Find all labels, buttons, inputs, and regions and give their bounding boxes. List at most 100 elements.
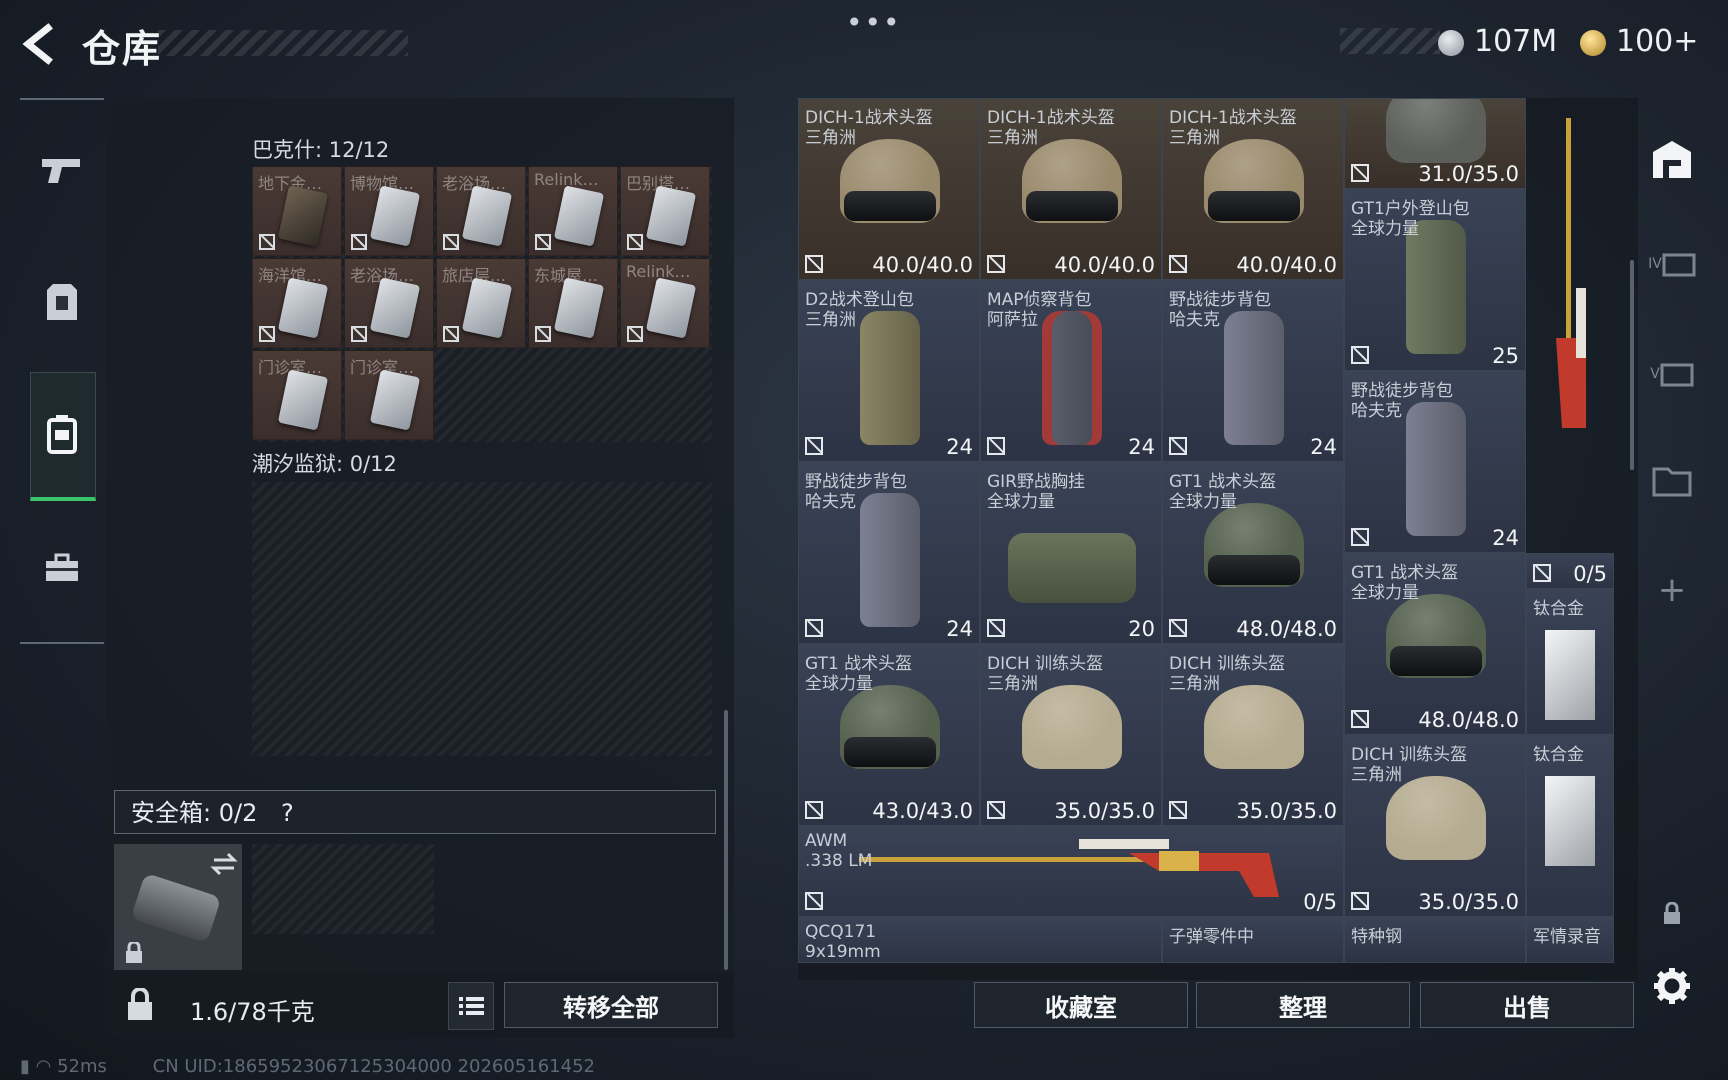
unbound-icon bbox=[805, 801, 823, 819]
inventory-item[interactable]: DICH 训练头盔 三角洲 35.0/35.0 bbox=[1162, 644, 1344, 826]
stash-item[interactable]: 地下金… bbox=[252, 166, 342, 256]
safe-box-slot[interactable] bbox=[114, 844, 242, 970]
unbound-icon bbox=[805, 619, 823, 637]
rail-stash-button[interactable] bbox=[1648, 136, 1696, 184]
stash-item[interactable]: Relink… bbox=[528, 166, 618, 256]
inventory-item[interactable]: GT1户外登山包 全球力量 25 bbox=[1344, 189, 1526, 371]
inventory-item[interactable]: 子弹零件中 bbox=[1162, 917, 1344, 963]
inventory-scrollbar[interactable] bbox=[1630, 260, 1634, 470]
inventory-item[interactable]: 野战徒步背包 哈夫克 24 bbox=[1162, 280, 1344, 462]
item-name: 军情录音 bbox=[1533, 927, 1601, 947]
stash-item[interactable]: 门诊室… bbox=[344, 350, 434, 440]
inventory-item[interactable]: DICH 训练头盔 三角洲 35.0/35.0 bbox=[1344, 735, 1526, 917]
item-faction: 全球力量 bbox=[805, 674, 873, 694]
item-name: 钛合金 bbox=[1533, 599, 1584, 620]
stash-item[interactable]: 博物馆… bbox=[344, 166, 434, 256]
visor-icon bbox=[844, 737, 936, 767]
inventory-item[interactable]: 野战徒步背包 哈夫克 24 bbox=[1344, 371, 1526, 553]
stash-item[interactable]: 巴别塔… bbox=[620, 166, 710, 256]
inventory-item[interactable]: GT1 战术头盔 全球力量 48.0/48.0 bbox=[1162, 462, 1344, 644]
item-durability: 48.0/48.0 bbox=[1418, 708, 1519, 732]
inventory-item[interactable]: GT1 战术头盔 全球力量 48.0/48.0 bbox=[1344, 553, 1526, 735]
item-durability: 24 bbox=[1492, 526, 1519, 550]
inventory-grid: DICH-1战术头盔 三角洲 40.0/40.0 DICH-1战术头盔 三角洲 40.0/… bbox=[798, 98, 1638, 980]
inventory-item[interactable]: MAP侦察背包 阿萨拉 24 bbox=[980, 280, 1162, 462]
toolbox-icon bbox=[46, 553, 78, 581]
unbound-icon bbox=[1169, 255, 1187, 273]
stash-item[interactable]: 旅店层… bbox=[436, 258, 526, 348]
inventory-item[interactable]: 钛合金 bbox=[1526, 735, 1614, 917]
plus-icon[interactable]: + bbox=[1648, 566, 1696, 614]
safe-help-icon[interactable]: ? bbox=[281, 799, 294, 827]
gear-icon bbox=[1654, 968, 1690, 1004]
item-durability: 25 bbox=[1492, 344, 1519, 368]
nav-backpack[interactable] bbox=[30, 402, 94, 466]
unbound-icon bbox=[1351, 164, 1369, 182]
settings-button[interactable] bbox=[1648, 962, 1696, 1010]
inventory-item[interactable]: 野战徒步背包 哈夫克 24 bbox=[798, 462, 980, 644]
keycard-icon bbox=[553, 277, 605, 339]
inventory-item[interactable]: GIR野战胸挂 全球力量 20 bbox=[980, 462, 1162, 644]
inventory-item[interactable]: 31.0/35.0 bbox=[1344, 98, 1526, 189]
gold-amount[interactable]: 100+ bbox=[1616, 24, 1698, 59]
list-view-button[interactable] bbox=[448, 982, 494, 1030]
stash-item[interactable]: 海洋馆… bbox=[252, 258, 342, 348]
money-amount[interactable]: 107M bbox=[1474, 24, 1557, 59]
unbound-icon bbox=[259, 234, 275, 250]
item-faction: 三角洲 bbox=[805, 310, 856, 330]
stash-item[interactable]: 东城屋… bbox=[528, 258, 618, 348]
stash-item[interactable]: 门诊室… bbox=[252, 350, 342, 440]
container-grid-bakshi: 地下金… 博物馆… 老浴场… Relink… 巴别塔… 海洋馆… 老浴场… 旅店层… 东城屋… R… bbox=[252, 166, 712, 442]
safe-box-bar[interactable]: 安全箱: 0/2 ? bbox=[114, 790, 716, 834]
inventory-item[interactable]: 钛合金 bbox=[1526, 589, 1614, 735]
swap-icon[interactable] bbox=[210, 852, 238, 876]
item-name: QCQ171 bbox=[805, 922, 877, 942]
rail-case-v[interactable]: V bbox=[1648, 350, 1696, 398]
inventory-item[interactable]: 特种钢 bbox=[1344, 917, 1526, 963]
unbound-icon bbox=[351, 326, 367, 342]
stash-item[interactable]: 老浴场… bbox=[436, 166, 526, 256]
status-bar: ▮ ◠ 52ms CN UID:1865952306712530400​0 20… bbox=[20, 1056, 595, 1077]
item-name: AWM bbox=[805, 831, 848, 851]
inventory-item[interactable]: DICH 训练头盔 三角洲 35.0/35.0 bbox=[980, 644, 1162, 826]
inventory-item[interactable]: DICH-1战术头盔 三角洲 40.0/40.0 bbox=[798, 98, 980, 280]
vault-icon bbox=[1653, 141, 1691, 178]
sort-button[interactable]: 整理 bbox=[1196, 982, 1410, 1028]
keycard-icon bbox=[645, 185, 697, 247]
back-button[interactable] bbox=[18, 22, 62, 66]
sell-button[interactable]: 出售 bbox=[1420, 982, 1634, 1028]
inventory-item[interactable]: QCQ171 9x19mm bbox=[798, 917, 1162, 963]
lock-icon bbox=[1664, 902, 1680, 924]
backpack-icon bbox=[1224, 311, 1284, 445]
inventory-item[interactable]: AWM .338 LM 0/5 bbox=[798, 826, 1344, 917]
stash-item[interactable]: 老浴场… bbox=[344, 258, 434, 348]
safe-case-icon bbox=[130, 872, 222, 944]
inventory-item[interactable]: DICH-1战术头盔 三角洲 40.0/40.0 bbox=[980, 98, 1162, 280]
transfer-all-button[interactable]: 转移全部 bbox=[504, 982, 718, 1028]
safe-box-empty-slot[interactable] bbox=[252, 844, 434, 934]
inventory-item[interactable]: D2战术登山包 三角洲 24 bbox=[798, 280, 980, 462]
nav-toolbox[interactable] bbox=[30, 536, 94, 600]
nav-armor[interactable] bbox=[30, 270, 94, 334]
more-menu-icon[interactable]: ••• bbox=[846, 6, 902, 39]
inventory-item[interactable]: GT1 战术头盔 全球力量 43.0/43.0 bbox=[798, 644, 980, 826]
unbound-icon bbox=[805, 892, 823, 910]
inventory-item[interactable]: 军情录音 bbox=[1526, 917, 1614, 963]
item-durability: 43.0/43.0 bbox=[872, 799, 973, 823]
rail-lock[interactable] bbox=[1648, 890, 1696, 938]
inventory-item[interactable]: 0/5 bbox=[1526, 553, 1614, 590]
collection-room-button[interactable]: 收藏室 bbox=[974, 982, 1188, 1028]
nav-weapons[interactable] bbox=[30, 138, 94, 202]
unbound-icon bbox=[805, 255, 823, 273]
gold-coin-icon bbox=[1580, 30, 1606, 56]
page-title: 仓库 bbox=[82, 27, 163, 71]
helmet-icon bbox=[1022, 685, 1122, 769]
rail-folder-iv[interactable] bbox=[1648, 456, 1696, 504]
inventory-item[interactable]: DICH-1战术头盔 三角洲 40.0/40.0 bbox=[1162, 98, 1344, 280]
stash-item[interactable]: Relink… bbox=[620, 258, 710, 348]
ping-value: 52ms bbox=[57, 1056, 107, 1077]
stash-scrollbar[interactable] bbox=[724, 710, 728, 970]
container-grid-prison[interactable] bbox=[252, 482, 712, 756]
rail-case-iv[interactable]: IV bbox=[1648, 240, 1696, 288]
unbound-icon bbox=[987, 255, 1005, 273]
